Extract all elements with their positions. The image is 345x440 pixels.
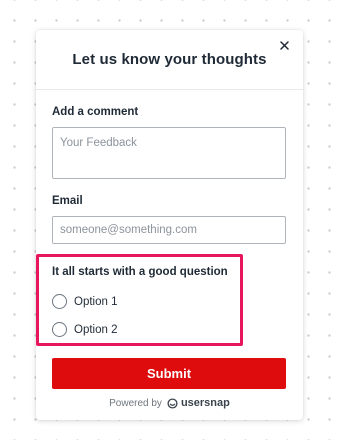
usersnap-logo-icon bbox=[167, 397, 178, 409]
radio-button[interactable] bbox=[52, 322, 67, 337]
close-icon bbox=[279, 40, 289, 50]
powered-by-text: Powered by bbox=[109, 397, 162, 409]
comment-label: Add a comment bbox=[52, 106, 139, 118]
widget-title: Let us know your thoughts bbox=[72, 51, 267, 68]
question-highlight-box: It all starts with a good question Optio… bbox=[36, 254, 243, 346]
comment-textarea[interactable] bbox=[52, 127, 286, 179]
header-divider bbox=[36, 89, 303, 90]
feedback-widget: Let us know your thoughts Add a comment … bbox=[36, 30, 303, 420]
email-label: Email bbox=[52, 195, 83, 207]
option-label: Option 2 bbox=[74, 323, 118, 336]
radio-button[interactable] bbox=[52, 294, 67, 309]
radio-option-1[interactable]: Option 1 bbox=[52, 294, 117, 309]
question-label: It all starts with a good question bbox=[52, 266, 228, 278]
radio-option-2[interactable]: Option 2 bbox=[52, 322, 117, 337]
close-button[interactable] bbox=[277, 38, 291, 52]
email-field[interactable] bbox=[52, 216, 286, 244]
brand-name: usersnap bbox=[180, 397, 230, 409]
option-label: Option 1 bbox=[74, 295, 118, 308]
powered-by-footer: Powered by usersnap bbox=[36, 397, 303, 409]
submit-button[interactable]: Submit bbox=[52, 358, 286, 389]
